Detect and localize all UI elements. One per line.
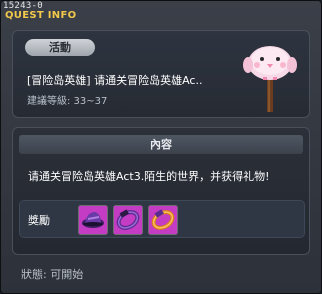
quest-content-panel: 內容 请通关冒险岛英雄Act3.陌生的世界，并获得礼物! 獎勵	[12, 127, 310, 255]
quest-description: 请通关冒险岛英雄Act3.陌生的世界，并获得礼物!	[28, 170, 270, 183]
pink-bird-on-signpost-icon	[243, 46, 297, 112]
purple-ring-icon	[114, 206, 142, 234]
orange-ring-icon	[149, 206, 177, 234]
reward-item-3[interactable]	[148, 205, 178, 235]
reward-label: 獎勵	[28, 214, 50, 227]
quest-status: 狀態: 可開始	[21, 268, 84, 281]
reward-item-2[interactable]	[113, 205, 143, 235]
purple-hat-icon	[79, 206, 107, 234]
window-title: QUEST INFO	[5, 10, 77, 21]
quest-summary-panel: 活動 [冒险岛英雄] 请通关冒险岛英雄Ac.. 建議等級: 33~37	[12, 30, 310, 118]
reward-item-1[interactable]	[78, 205, 108, 235]
level-requirement: 建議等級: 33~37	[27, 96, 108, 107]
reward-box: 獎勵	[19, 200, 305, 238]
quest-name: [冒险岛英雄] 请通关冒险岛英雄Ac..	[27, 74, 203, 87]
event-badge: 活動	[25, 39, 95, 56]
quest-info-window: 15243-0 QUEST INFO 活動 [冒险岛英雄] 请通关冒险岛英雄Ac…	[0, 0, 322, 294]
content-header: 內容	[19, 135, 303, 154]
